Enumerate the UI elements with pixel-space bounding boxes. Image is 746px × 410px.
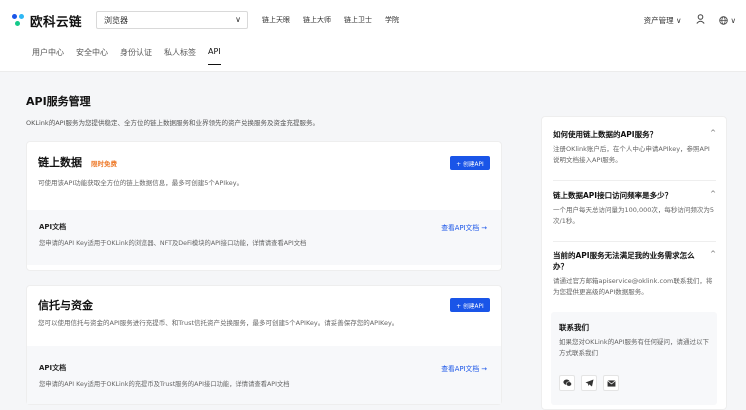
card-title: 链上数据 [38, 156, 82, 169]
search-scope-select[interactable]: 浏览器 ∨ [96, 11, 248, 29]
chevron-down-icon: ∨ [730, 15, 737, 25]
doc-description: 您申请的API Key适用于OKLink的浏览器、NFT及DeFi模块的API接… [39, 240, 307, 247]
contact-box: 联系我们 如果您对OKLink的API服务有任何疑问，请通过以下方式联系我们 [551, 312, 717, 405]
faq-item[interactable]: 链上数据API接口访问频率是多少？ ^ 一个用户每天总访问量为100,000次，… [553, 190, 716, 226]
card-title: 信托与资金 [38, 299, 93, 312]
doc-description: 您申请的API Key适用于OKLink的充提币及Trust服务的API接口功能… [39, 381, 290, 388]
logo-text: 欧科云链 [30, 14, 83, 29]
divider [553, 241, 716, 242]
email-icon[interactable] [603, 375, 619, 391]
user-icon[interactable] [695, 14, 705, 26]
chevron-up-icon: ^ [710, 250, 716, 258]
view-api-doc-link[interactable]: 查看API文档 → [441, 363, 487, 373]
nav-item-onchain-master[interactable]: 链上大师 [303, 15, 331, 25]
globe-icon [718, 15, 728, 25]
chevron-up-icon: ^ [710, 190, 716, 198]
faq-question: 链上数据API接口访问频率是多少？ [553, 191, 673, 200]
contact-title: 联系我们 [559, 323, 589, 332]
create-api-button[interactable]: + 创建API [450, 156, 490, 170]
page-title: API服务管理 [26, 95, 91, 108]
free-badge: 限时免费 [91, 160, 117, 168]
nav-item-onchain-eye[interactable]: 链上天眼 [262, 15, 290, 25]
api-doc-box: API文档 您申请的API Key适用于OKLink的浏览器、NFT及DeFi模… [27, 210, 501, 265]
contact-description: 如果您对OKLink的API服务有任何疑问，请通过以下方式联系我们 [559, 338, 709, 357]
faq-item[interactable]: 如何使用链上数据的API服务？ ^ 注册OKlink账户后，在个人中心申请API… [553, 129, 716, 165]
create-api-button[interactable]: + 创建API [450, 298, 490, 312]
header-right: 资产管理 ∨ ∨ [644, 14, 736, 26]
tab-private-labels[interactable]: 私人标签 [164, 47, 196, 65]
telegram-icon[interactable] [581, 375, 597, 391]
faq-answer: 一个用户每天总访问量为100,000次，每秒访问频次为5次/1秒。 [553, 206, 715, 225]
page-description: OKLink的API服务为您提供稳定、全方位的链上数据服务和业界领先的资产兑换服… [26, 119, 319, 127]
logo[interactable]: 欧科云链 [12, 11, 82, 30]
top-header: 欧科云链 浏览器 ∨ 链上天眼 链上大师 链上卫士 学院 资产管理 ∨ ∨ [0, 0, 746, 38]
nav-item-onchain-guard[interactable]: 链上卫士 [344, 15, 372, 25]
top-nav: 链上天眼 链上大师 链上卫士 学院 [262, 15, 399, 25]
card-description: 可使用该API功能获取全方位的链上数据信息，最多可创建5个APIkey。 [38, 179, 244, 187]
faq-answer: 请通过官方邮箱apiservice@oklink.com联系我们，将为您提供更高… [553, 277, 713, 296]
search-scope-value: 浏览器 [104, 16, 128, 25]
faq-question: 当前的API服务无法满足我的业务需求怎么办？ [553, 251, 695, 271]
divider [553, 180, 716, 181]
onchain-data-card: 链上数据 限时免费 可使用该API功能获取全方位的链上数据信息，最多可创建5个A… [26, 141, 502, 271]
doc-title: API文档 [39, 223, 67, 231]
tab-user-center[interactable]: 用户中心 [32, 47, 64, 65]
view-api-doc-link[interactable]: 查看API文档 → [441, 222, 487, 232]
tab-identity-verification[interactable]: 身份认证 [120, 47, 152, 65]
contact-icons [559, 375, 619, 391]
chevron-down-icon: ∨ [235, 15, 241, 24]
faq-question: 如何使用链上数据的API服务？ [553, 130, 658, 139]
logo-mark-icon [12, 13, 26, 28]
language-menu[interactable]: ∨ [718, 15, 737, 25]
asset-management-menu[interactable]: 资产管理 ∨ [644, 15, 682, 26]
card-description: 您可以使用信托与资金的API服务进行充提币、和Trust信托资产兑换服务，最多可… [38, 319, 399, 327]
chevron-up-icon: ^ [710, 129, 716, 137]
faq-item[interactable]: 当前的API服务无法满足我的业务需求怎么办？ ^ 请通过官方邮箱apiservi… [553, 250, 716, 297]
tab-api[interactable]: API [208, 47, 221, 65]
faq-sidebar: 如何使用链上数据的API服务？ ^ 注册OKlink账户后，在个人中心申请API… [541, 116, 727, 410]
wechat-icon[interactable] [559, 375, 575, 391]
doc-title: API文档 [39, 364, 67, 372]
tab-security-center[interactable]: 安全中心 [76, 47, 108, 65]
nav-item-academy[interactable]: 学院 [385, 15, 399, 25]
trust-funds-card: 信托与资金 您可以使用信托与资金的API服务进行充提币、和Trust信托资产兑换… [26, 285, 502, 405]
api-doc-box: API文档 您申请的API Key适用于OKLink的充提币及Trust服务的A… [27, 346, 501, 404]
faq-answer: 注册OKlink账户后，在个人中心申请APIkey，参照API说明文档接入API… [553, 145, 710, 164]
account-subnav: 用户中心 安全中心 身份认证 私人标签 API [0, 38, 746, 72]
